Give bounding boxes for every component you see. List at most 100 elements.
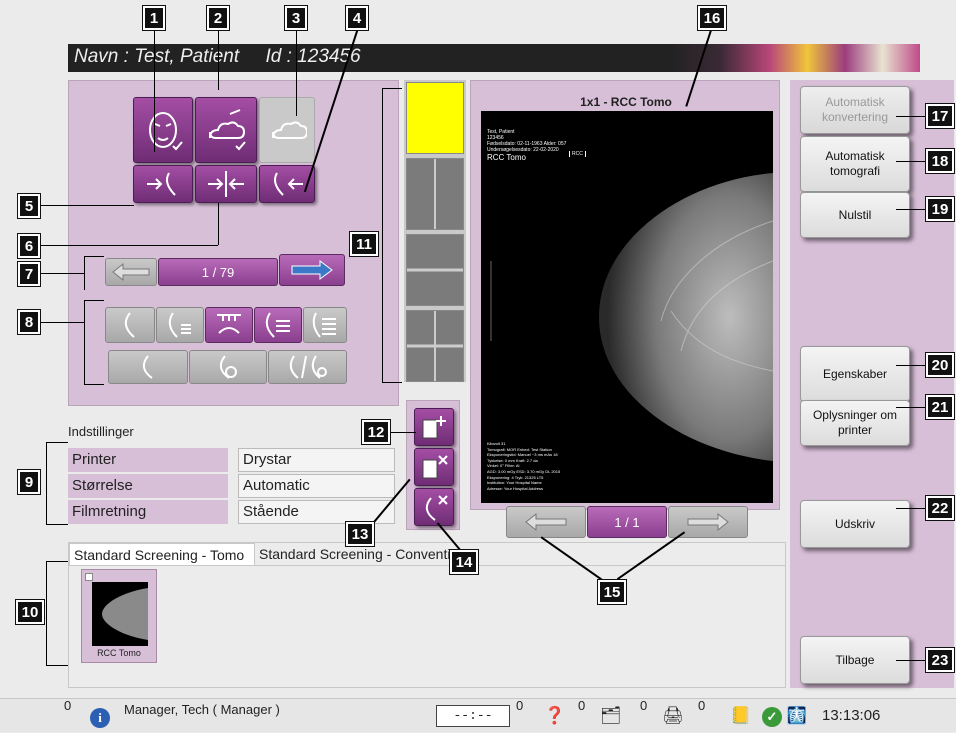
auto-convert-button[interactable]: Automatisk konvertering — [800, 86, 910, 134]
breast-list-icon — [168, 312, 191, 338]
callout-2: 2 — [207, 6, 229, 30]
protocol-tabs: Standard Screening - Tomo Standard Scree… — [68, 542, 786, 688]
view-single-breast-button[interactable] — [108, 350, 188, 384]
auto-tomo-button[interactable]: Automatisk tomografi — [800, 136, 910, 192]
callout-leader — [46, 561, 47, 665]
callout-leader — [46, 561, 68, 562]
image-viewer: 1x1 - RCC Tomo Test, Patient 123456 Føds… — [470, 80, 780, 510]
status-count-alerts: 0 — [64, 698, 72, 713]
callout-leader — [46, 442, 47, 524]
status-bar: 0 i Manager, Tech ( Manager ) --:-- 0 ❓ … — [0, 698, 956, 732]
view-breast-button[interactable] — [105, 307, 155, 343]
callout-leader — [84, 384, 104, 385]
view-combo-button[interactable] — [268, 350, 347, 384]
callout-leader — [40, 273, 84, 274]
callout-14: 14 — [450, 550, 478, 574]
orientation-select[interactable]: Stående — [238, 500, 395, 524]
film-delete-icon — [422, 455, 448, 479]
back-button[interactable]: Tilbage — [800, 636, 910, 684]
prev-page-button[interactable] — [506, 506, 586, 538]
print-button[interactable]: Udskriv — [800, 500, 910, 548]
callout-leader — [382, 382, 402, 383]
add-film-button[interactable] — [414, 408, 454, 446]
arrow-left-icon — [112, 262, 150, 282]
printer-label: Printer — [68, 448, 228, 472]
prev-image-button[interactable] — [105, 258, 157, 286]
cloud-disabled-button[interactable] — [259, 97, 315, 163]
layout-1x2[interactable] — [406, 158, 464, 230]
callout-13: 13 — [346, 522, 374, 546]
viewer-title: 1x1 - RCC Tomo — [580, 95, 672, 109]
layout-2x2[interactable] — [406, 310, 464, 382]
breast-combo-icon — [289, 355, 327, 379]
callout-leader — [218, 30, 219, 90]
view-slices-button[interactable] — [303, 307, 347, 343]
printer-value[interactable]: Drystar — [238, 448, 395, 472]
callout-leader — [84, 256, 104, 257]
callout-leader — [46, 524, 68, 525]
overlay-line: AGD: 3.00 mGy ESD: 3.70 mGy DL 2015 — [487, 468, 561, 474]
next-image-button[interactable] — [279, 254, 345, 286]
callout-leader — [218, 203, 219, 245]
printer-info-button[interactable]: Oplysninger om printer — [800, 400, 910, 446]
size-label: Størrelse — [68, 474, 228, 498]
status-ok-icon[interactable]: ✓ — [762, 707, 782, 727]
thumbnail-card[interactable]: RCC Tomo — [81, 569, 157, 663]
callout-5: 5 — [18, 194, 40, 218]
arrow-right-icon — [687, 512, 729, 532]
face-icon — [149, 112, 183, 151]
callout-9: 9 — [18, 470, 40, 494]
callout-1: 1 — [143, 6, 165, 30]
status-count-5: 0 — [698, 698, 706, 713]
overlay-line: Eksponeringstid: Manuel ~3 ms mAs 18 — [487, 452, 558, 458]
view-breast-cmode-button[interactable] — [189, 350, 267, 384]
mammogram-image[interactable]: Test, Patient 123456 Fødselsdato: 02-11-… — [481, 111, 773, 503]
system-clock-display: --:-- — [436, 705, 510, 727]
properties-button[interactable]: Egenskaber — [800, 346, 910, 402]
stack-icon — [265, 312, 290, 338]
layout-1x1[interactable] — [406, 82, 464, 154]
callout-10: 10 — [16, 600, 44, 624]
delete-image-button[interactable] — [414, 488, 454, 526]
view-compression-button[interactable] — [205, 307, 253, 343]
thumbnail-checkbox[interactable] — [85, 573, 93, 581]
mirror-button[interactable] — [195, 165, 257, 203]
patient-header: Navn : Test, Patient Id : 123456 — [68, 44, 920, 72]
size-select[interactable]: Automatic — [238, 474, 395, 498]
callout-leader — [154, 30, 155, 152]
callout-8: 8 — [18, 310, 40, 334]
layout-2x1[interactable] — [406, 234, 464, 306]
breast-arrow-left-icon — [274, 172, 303, 196]
notes-icon[interactable]: 📒 — [730, 699, 751, 733]
status-count-4: 0 — [640, 698, 648, 713]
callout-leader — [896, 660, 926, 661]
callout-leader — [46, 665, 68, 666]
reset-button[interactable]: Nulstil — [800, 192, 910, 238]
callout-leader — [896, 407, 926, 408]
cloud-annotate-button[interactable] — [195, 97, 257, 163]
callout-22: 22 — [926, 496, 954, 520]
view-stack-button[interactable] — [254, 307, 302, 343]
film-add-icon — [422, 416, 446, 439]
info-icon[interactable]: i — [90, 708, 110, 728]
callout-15: 15 — [598, 580, 626, 604]
flip-right-button[interactable] — [133, 165, 193, 203]
current-user[interactable]: Manager, Tech ( Manager ) — [124, 699, 280, 733]
callout-leader — [296, 30, 297, 116]
callout-18: 18 — [926, 149, 954, 173]
callout-leader — [896, 365, 926, 366]
layout-selector — [404, 80, 466, 382]
media-icon[interactable]: 🗂 — [600, 699, 622, 733]
orientation-label: Filmretning — [68, 500, 228, 524]
slices-icon — [312, 312, 336, 338]
device-icon[interactable]: 🩻 — [786, 699, 807, 733]
face-mask-button[interactable] — [133, 97, 193, 163]
callout-leader — [896, 116, 926, 117]
view-breast-list-button[interactable] — [156, 307, 204, 343]
delete-film-button[interactable] — [414, 448, 454, 486]
print-queue-icon[interactable]: 🖨 — [662, 699, 684, 733]
image-counter: 1 / 79 — [158, 258, 278, 286]
help-icon[interactable]: ❓ — [544, 699, 565, 733]
breast-thumbnail — [102, 588, 148, 640]
tab-standard-tomo[interactable]: Standard Screening - Tomo — [69, 543, 255, 565]
